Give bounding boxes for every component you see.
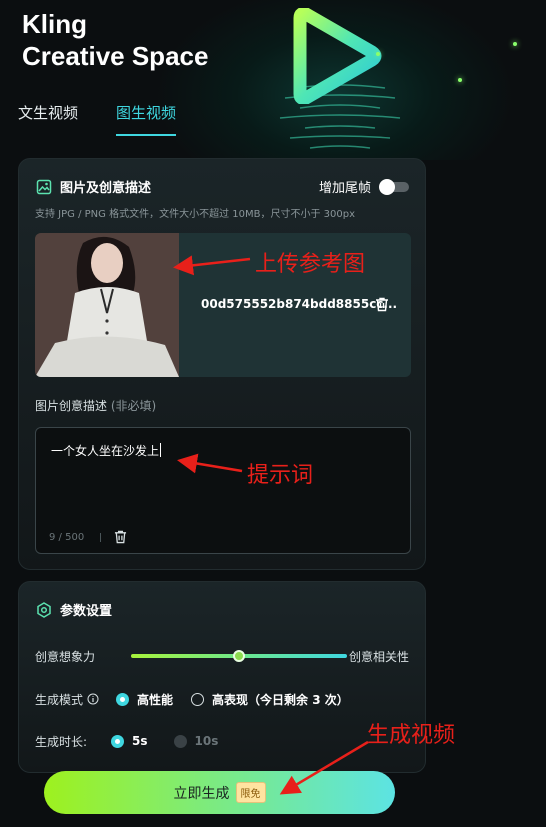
prompt-arrow xyxy=(177,453,243,474)
annotation-generate: 生成视频 xyxy=(367,723,456,748)
annotation-arrows xyxy=(173,255,369,795)
annotation-prompt: 提示词 xyxy=(247,463,314,488)
upload-arrow xyxy=(173,255,251,276)
annotation-upload: 上传参考图 xyxy=(255,252,366,277)
generate-arrow xyxy=(279,740,369,795)
